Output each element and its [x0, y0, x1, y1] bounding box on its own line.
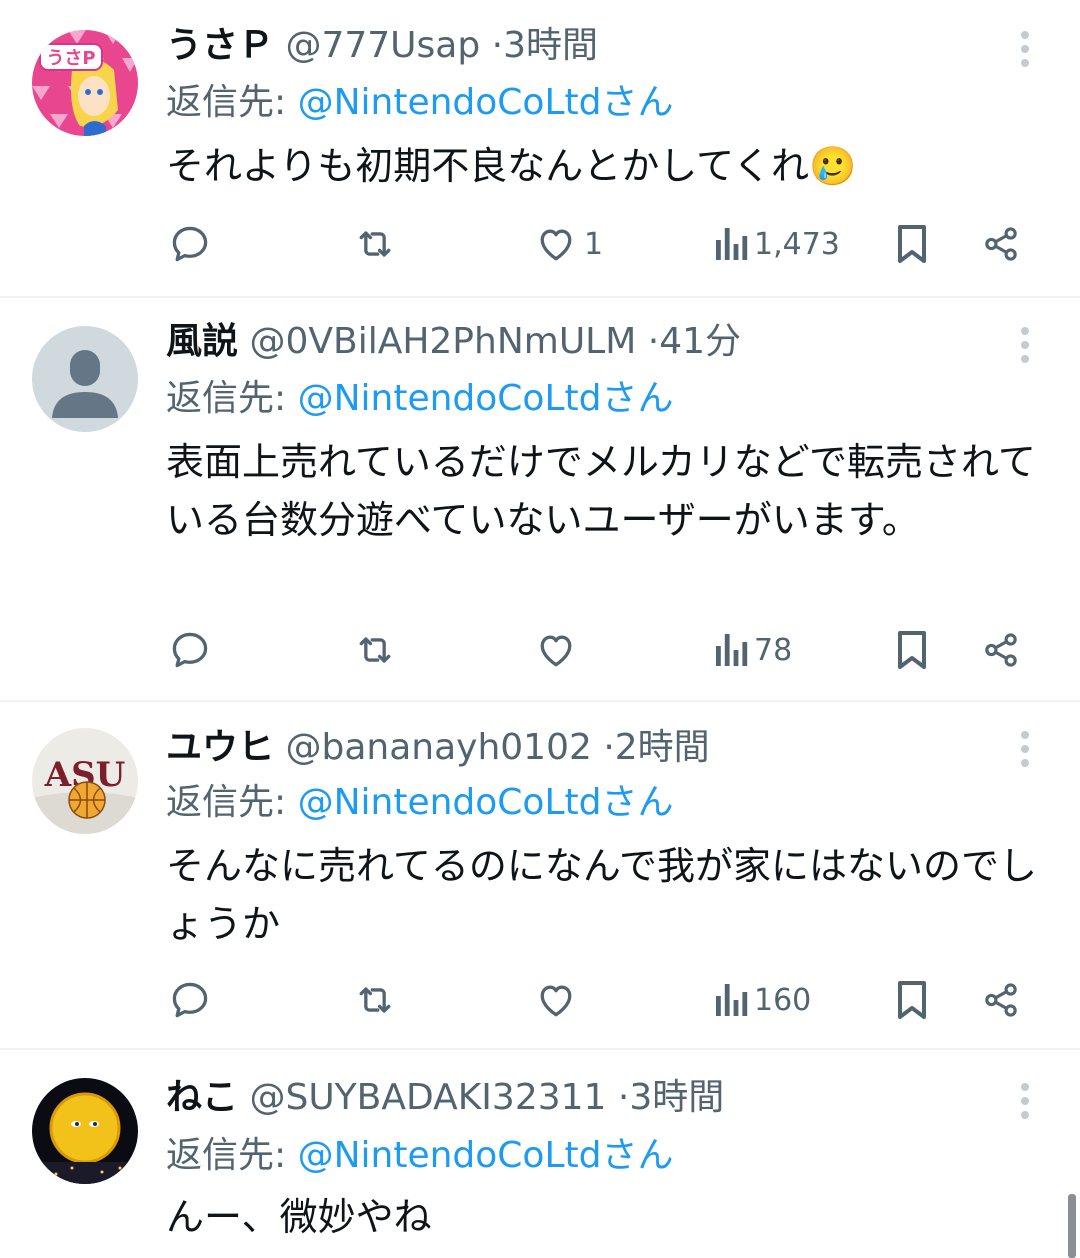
retweet-icon — [359, 637, 391, 663]
share-icon — [985, 983, 1017, 1017]
avatar[interactable]: ASU — [32, 728, 138, 834]
like-button[interactable] — [534, 620, 584, 680]
like-button[interactable] — [534, 970, 584, 1030]
views-count: 78 — [754, 632, 793, 668]
views-icon — [716, 984, 748, 1016]
user-handle[interactable]: @SUYBADAKI32311 — [249, 1077, 606, 1118]
reply-button[interactable] — [168, 214, 218, 274]
separator-dot: · — [647, 321, 660, 362]
bookmark-icon — [898, 631, 926, 669]
user-handle[interactable]: @bananayh0102 — [285, 727, 591, 768]
retweet-icon — [359, 987, 391, 1013]
tweet-text: そんなに売れてるのになんで我が家にはないのでしょうか — [166, 844, 1037, 946]
views-icon — [716, 228, 748, 260]
reply-to-label: 返信先: — [166, 782, 298, 823]
views-count: 1,473 — [754, 226, 840, 262]
share-icon — [985, 227, 1017, 261]
display-name[interactable]: 風説 — [166, 321, 238, 362]
scrollbar[interactable] — [1068, 1194, 1076, 1258]
tweet[interactable]: 風説 @0VBilAH2PhNmULM ·41分 返信先: @NintendoC… — [0, 298, 1080, 700]
bookmark-icon — [898, 225, 926, 263]
views-button[interactable]: 78 — [712, 620, 792, 680]
like-icon — [540, 229, 572, 261]
avatar-label: うさP — [46, 48, 95, 69]
reply-button[interactable] — [168, 970, 218, 1030]
more-icon[interactable] — [1010, 24, 1040, 74]
timestamp[interactable]: 2時間 — [615, 727, 710, 768]
reply-to-line: 返信先: @NintendoCoLtdさん — [166, 1130, 673, 1182]
reply-button[interactable] — [168, 620, 218, 680]
like-button[interactable]: 1 — [534, 214, 603, 274]
user-handle[interactable]: @0VBilAH2PhNmULM — [249, 321, 636, 362]
views-button[interactable]: 1,473 — [712, 214, 840, 274]
views-count: 160 — [754, 982, 812, 1018]
tweet-actions: 160 — [0, 970, 1080, 1030]
avatar[interactable]: うさP — [32, 30, 138, 136]
display-name[interactable]: ねこ — [166, 1077, 238, 1118]
bookmark-icon — [898, 981, 926, 1019]
timestamp[interactable]: 3時間 — [629, 1077, 724, 1118]
reply-to-label: 返信先: — [166, 82, 298, 123]
bookmark-button[interactable] — [892, 214, 932, 274]
tweet-header: うさＰ @777Usap ·3時間 — [166, 20, 598, 72]
separator-dot: · — [491, 25, 504, 66]
retweet-icon — [359, 231, 391, 257]
retweet-button[interactable] — [352, 214, 404, 274]
share-button[interactable] — [980, 214, 1022, 274]
retweet-button[interactable] — [352, 620, 404, 680]
reply-to-label: 返信先: — [166, 378, 298, 419]
share-button[interactable] — [980, 970, 1022, 1030]
reply-to-line: 返信先: @NintendoCoLtdさん — [166, 77, 673, 129]
like-icon — [540, 635, 572, 667]
reply-to-line: 返信先: @NintendoCoLtdさん — [166, 777, 673, 829]
more-icon[interactable] — [1010, 724, 1040, 774]
more-icon[interactable] — [1010, 320, 1040, 370]
avatar[interactable] — [32, 1078, 138, 1184]
tweet-text: 表面上売れているだけでメルカリなどで転売されている台数分遊べていないユーザーがい… — [166, 440, 1036, 542]
display-name[interactable]: ユウヒ — [166, 727, 274, 768]
tweet-actions: 78 — [0, 620, 1080, 680]
timestamp[interactable]: 3時間 — [503, 25, 598, 66]
reply-mention-link[interactable]: @NintendoCoLtdさん — [298, 378, 674, 419]
reply-mention-link[interactable]: @NintendoCoLtdさん — [298, 1135, 674, 1176]
reply-to-label: 返信先: — [166, 1135, 298, 1176]
like-icon — [540, 985, 572, 1017]
reply-mention-link[interactable]: @NintendoCoLtdさん — [298, 82, 674, 123]
tweet[interactable]: うさP うさＰ @777Usap ·3時間 返信先: @NintendoCoLt… — [0, 0, 1080, 296]
share-icon — [985, 633, 1017, 667]
reply-icon — [172, 982, 208, 1018]
reply-mention-link[interactable]: @NintendoCoLtdさん — [298, 782, 674, 823]
tweet-actions: 1 1,473 — [0, 214, 1080, 274]
tweet-text: んー、微妙やね — [166, 1195, 432, 1239]
tweet-header: ユウヒ @bananayh0102 ·2時間 — [166, 722, 710, 774]
tweet[interactable]: ASU ユウヒ @bananayh0102 ·2時間 返信先: @Nintend… — [0, 702, 1080, 1048]
tweet-text: それよりも初期不良なんとかしてくれ🥲 — [166, 144, 857, 188]
user-handle[interactable]: @777Usap — [285, 25, 480, 66]
tweet-header: 風説 @0VBilAH2PhNmULM ·41分 — [166, 316, 741, 368]
retweet-button[interactable] — [352, 970, 404, 1030]
avatar[interactable] — [32, 326, 138, 432]
tweet-header: ねこ @SUYBADAKI32311 ·3時間 — [166, 1072, 724, 1124]
reply-to-line: 返信先: @NintendoCoLtdさん — [166, 373, 673, 425]
views-button[interactable]: 160 — [712, 970, 811, 1030]
more-icon[interactable] — [1010, 1076, 1040, 1126]
tweet[interactable]: ねこ @SUYBADAKI32311 ·3時間 返信先: @NintendoCo… — [0, 1050, 1080, 1258]
separator-dot: · — [617, 1077, 630, 1118]
reply-icon — [172, 226, 208, 262]
share-button[interactable] — [980, 620, 1022, 680]
bookmark-button[interactable] — [892, 970, 932, 1030]
separator-dot: · — [603, 727, 615, 768]
views-icon — [716, 634, 748, 666]
like-count: 1 — [584, 226, 604, 262]
reply-icon — [172, 632, 208, 668]
bookmark-button[interactable] — [892, 620, 932, 680]
timestamp[interactable]: 41分 — [659, 321, 741, 362]
display-name[interactable]: うさＰ — [166, 25, 274, 66]
